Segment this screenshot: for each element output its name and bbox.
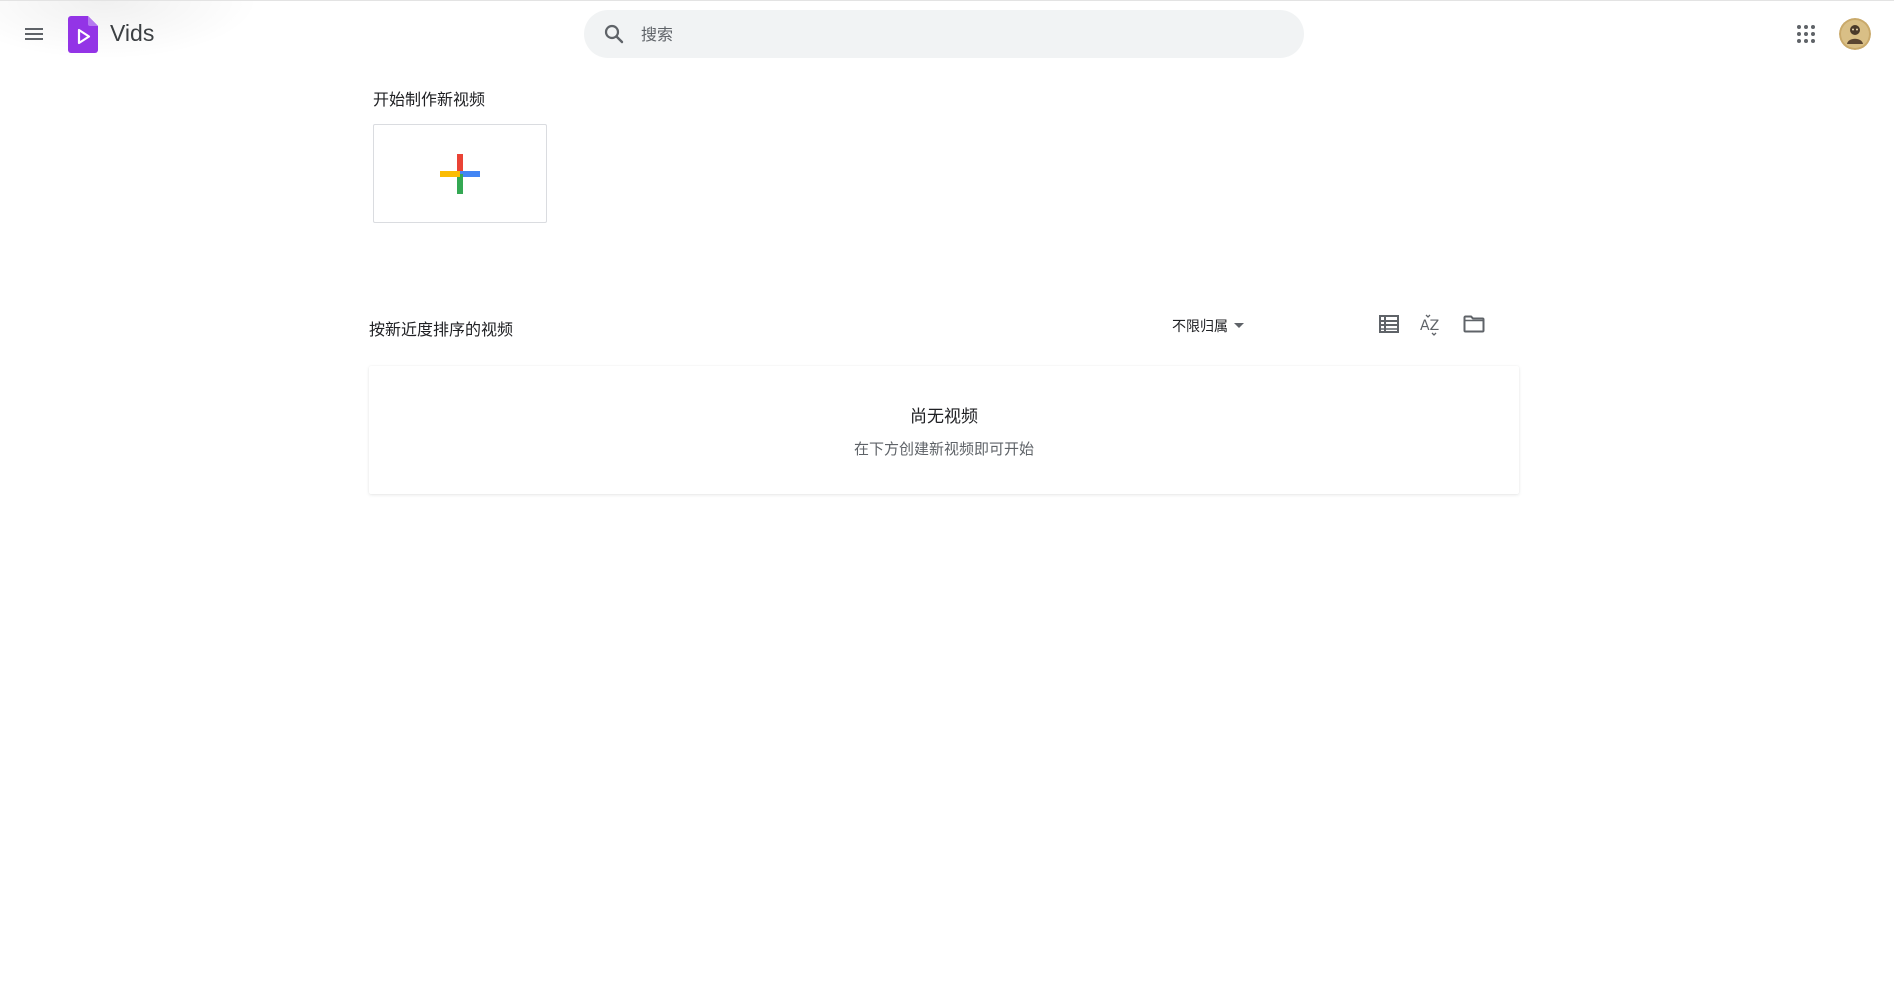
- empty-state-subtitle: 在下方创建新视频即可开始: [853, 440, 1034, 458]
- account-avatar[interactable]: [1839, 18, 1871, 50]
- empty-state-title: 尚无视频: [910, 407, 978, 427]
- search-input[interactable]: [639, 10, 1279, 58]
- hamburger-menu-icon: [25, 28, 43, 40]
- list-view-icon: [1379, 315, 1399, 333]
- vids-logo-icon[interactable]: [68, 16, 98, 53]
- colorful-plus-icon: [440, 153, 480, 194]
- owner-filter-dropdown[interactable]: 不限归属: [1172, 312, 1244, 340]
- start-new-title: 开始制作新视频: [373, 90, 486, 109]
- main-menu-button[interactable]: [14, 14, 54, 54]
- new-video-button[interactable]: [373, 124, 547, 223]
- owner-filter-label: 不限归属: [1172, 319, 1228, 335]
- search-bar[interactable]: [584, 10, 1304, 58]
- apps-grid-icon: [1797, 25, 1815, 43]
- list-view-button[interactable]: [1371, 306, 1407, 342]
- google-apps-button[interactable]: [1786, 14, 1826, 54]
- sort-button[interactable]: AZ: [1413, 306, 1449, 342]
- search-icon[interactable]: [602, 22, 626, 46]
- caret-down-icon: [1234, 323, 1244, 328]
- sort-az-icon: AZ: [1420, 314, 1439, 336]
- top-app-bar: Vids: [0, 0, 1894, 66]
- user-avatar-icon: [1839, 18, 1871, 50]
- app-title[interactable]: Vids: [110, 20, 154, 47]
- recent-videos-title: 按新近度排序的视频: [369, 320, 514, 339]
- sort-az-label: AZ: [1420, 318, 1439, 334]
- folder-icon: [1463, 315, 1485, 333]
- folder-button[interactable]: [1456, 306, 1492, 342]
- empty-state-panel: 尚无视频 在下方创建新视频即可开始: [369, 366, 1519, 494]
